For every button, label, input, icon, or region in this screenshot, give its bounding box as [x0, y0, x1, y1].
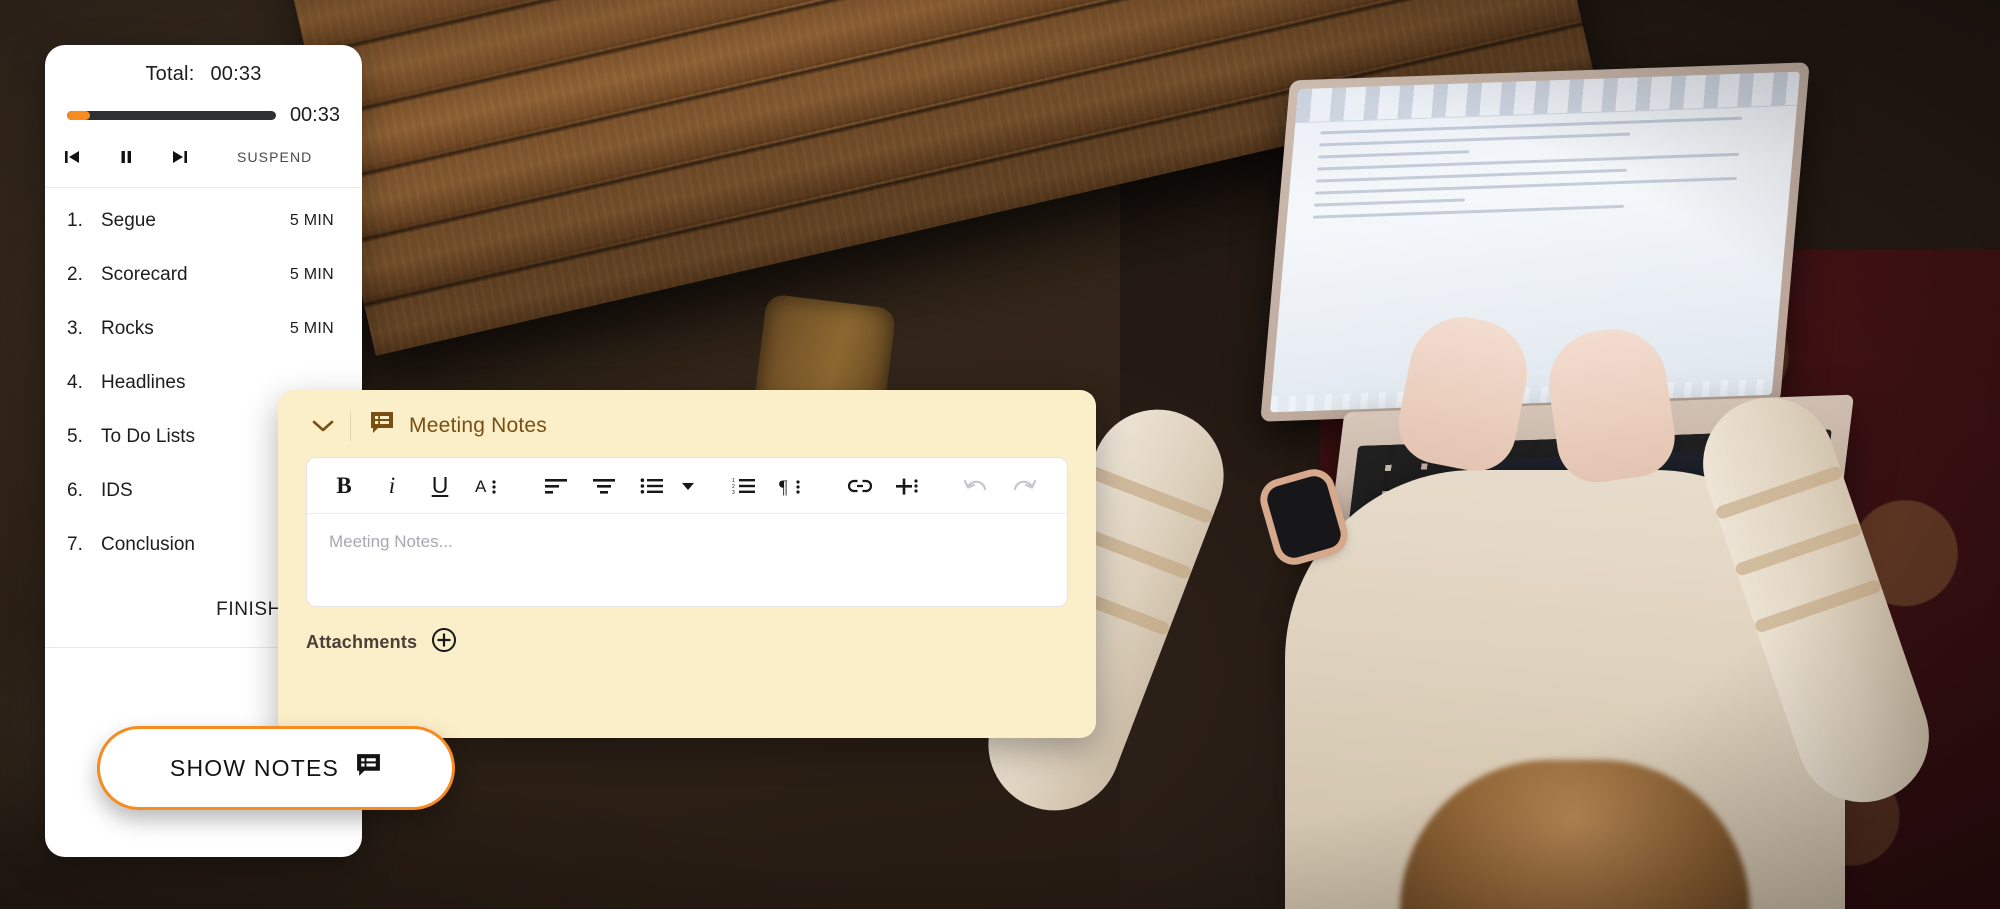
app-screen: Total: 00:33 00:33 SUSPEND 1. Segue 5 MI… [0, 0, 2000, 909]
link-button[interactable] [837, 464, 883, 508]
progress-fill [67, 111, 90, 120]
skip-next-icon[interactable] [153, 147, 207, 167]
redo-button[interactable] [1001, 464, 1047, 508]
show-notes-label: SHOW NOTES [169, 754, 340, 781]
agenda-item-duration: 5 MIN [289, 266, 334, 283]
header-separator [350, 410, 351, 441]
progress-row: 00:33 [45, 86, 362, 127]
agenda-item-number: 5. [67, 426, 83, 447]
notes-text-area[interactable]: Meeting Notes... [307, 514, 1067, 606]
agenda-item-label: Headlines [101, 372, 186, 393]
suspend-button[interactable]: SUSPEND [237, 149, 312, 165]
agenda-item-number: 3. [67, 318, 83, 339]
notes-icon [369, 410, 395, 441]
meeting-notes-panel: Meeting Notes B i U A 1 2 3 ¶ Meeting No… [278, 390, 1096, 738]
total-label: Total: [145, 63, 195, 85]
undo-button[interactable] [953, 464, 999, 508]
agenda-item-number: 6. [67, 480, 83, 501]
insert-button[interactable] [885, 464, 931, 508]
underline-button[interactable]: U [417, 464, 463, 508]
bold-button[interactable]: B [321, 464, 367, 508]
agenda-item-number: 1. [67, 210, 83, 231]
bulleted-list-button[interactable] [629, 464, 675, 508]
notes-icon [355, 752, 382, 784]
agenda-item-duration: 5 MIN [289, 212, 334, 229]
progress-bar[interactable] [67, 111, 276, 120]
editor-toolbar: B i U A 1 2 3 ¶ [307, 458, 1067, 514]
pause-icon[interactable] [99, 147, 153, 167]
attachments-label: Attachments [306, 632, 418, 652]
svg-text:3: 3 [732, 490, 735, 495]
total-value: 00:33 [210, 63, 262, 85]
numbered-list-button[interactable]: 1 2 3 [721, 464, 767, 508]
paragraph-button[interactable]: ¶ [769, 464, 815, 508]
agenda-item-label: Rocks [101, 318, 154, 339]
agenda-item-label: IDS [101, 480, 133, 501]
italic-button[interactable]: i [369, 464, 415, 508]
notes-panel-title: Meeting Notes [409, 413, 548, 437]
agenda-item-number: 7. [67, 534, 83, 555]
agenda-item[interactable]: 1. Segue 5 MIN [45, 194, 362, 248]
finish-label: FINISH [216, 598, 282, 620]
total-time-row: Total: 00:33 [45, 63, 362, 86]
agenda-item[interactable]: 3. Rocks 5 MIN [45, 302, 362, 356]
align-left-button[interactable] [533, 464, 579, 508]
text-style-button[interactable]: A [465, 464, 511, 508]
agenda-item[interactable]: 2. Scorecard 5 MIN [45, 248, 362, 302]
timer-header: Total: 00:33 00:33 SUSPEND [45, 45, 362, 188]
agenda-item-number: 4. [67, 372, 83, 393]
align-center-button[interactable] [581, 464, 627, 508]
agenda-item-label: Segue [101, 210, 156, 231]
agenda-item-label: Conclusion [101, 534, 195, 555]
notes-editor: B i U A 1 2 3 ¶ Meeting Notes... [306, 457, 1068, 607]
chevron-down-icon[interactable] [302, 419, 344, 433]
notes-panel-header: Meeting Notes [278, 390, 1096, 453]
svg-text:A: A [475, 477, 487, 496]
agenda-item-label: Scorecard [101, 264, 188, 285]
agenda-item-number: 2. [67, 264, 83, 285]
elapsed-time: 00:33 [289, 104, 340, 126]
svg-text:¶: ¶ [779, 477, 788, 497]
show-notes-button[interactable]: SHOW NOTES [97, 726, 455, 810]
agenda-item-duration: 5 MIN [289, 320, 334, 337]
agenda-item-label: To Do Lists [101, 426, 195, 447]
laptop-lid [1260, 62, 1810, 422]
list-options-caret-icon[interactable] [677, 464, 699, 508]
plus-circle-icon[interactable] [431, 627, 457, 658]
playback-controls: SUSPEND [45, 127, 362, 187]
attachments-row: Attachments [278, 607, 1096, 658]
skip-previous-icon[interactable] [45, 147, 99, 167]
